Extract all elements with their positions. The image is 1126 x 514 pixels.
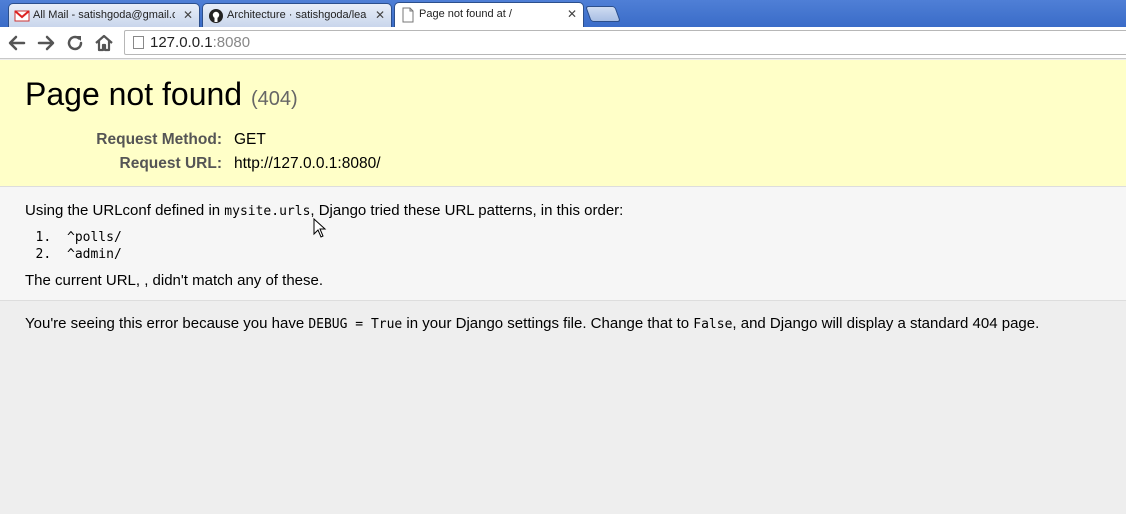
page-content: Page not found (404) Request Method: GET…	[0, 60, 1126, 514]
tab-gmail[interactable]: All Mail - satishgoda@gmail.c ✕	[8, 3, 200, 27]
request-method-value: GET	[234, 131, 266, 148]
page-icon	[133, 36, 144, 49]
request-meta-table: Request Method: GET Request URL: http://…	[25, 131, 1101, 179]
tab-strip: All Mail - satishgoda@gmail.c ✕ Architec…	[0, 0, 1126, 27]
page-title: Page not found (404)	[25, 74, 1101, 119]
forward-arrow-icon[interactable]	[35, 32, 57, 54]
address-url: 127.0.0.1:8080	[150, 34, 250, 51]
github-icon	[209, 9, 223, 23]
url-pattern: ^admin/	[59, 246, 1101, 263]
current-url-message: The current URL, , didn't match any of t…	[25, 272, 324, 289]
request-method-label: Request Method:	[96, 131, 222, 148]
urlconf-intro: Using the URLconf defined in mysite.urls…	[25, 201, 1101, 221]
error-summary: Page not found (404) Request Method: GET…	[0, 60, 1126, 187]
intro-text-before: Using the URLconf defined in	[25, 202, 225, 219]
intro-text-after: , Django tried these URL patterns, in th…	[310, 202, 624, 219]
close-icon[interactable]: ✕	[183, 4, 193, 26]
home-icon[interactable]	[93, 32, 115, 54]
request-url-value: http://127.0.0.1:8080/	[234, 155, 381, 172]
request-url-row: Request URL: http://127.0.0.1:8080/	[25, 155, 1101, 179]
tab-github[interactable]: Architecture · satishgoda/lea ✕	[202, 3, 392, 27]
urlconf-info: Using the URLconf defined in mysite.urls…	[0, 187, 1126, 301]
debug-setting: DEBUG = True	[308, 317, 403, 332]
url-pattern: ^polls/	[59, 229, 1101, 246]
url-pattern-list: ^polls/ ^admin/	[59, 229, 1101, 263]
new-tab-button[interactable]	[585, 6, 621, 22]
debug-explanation: You're seeing this error because you hav…	[0, 301, 1126, 346]
reload-icon[interactable]	[64, 32, 86, 54]
explanation-text: You're seeing this error because you hav…	[25, 315, 1101, 332]
gmail-icon	[14, 10, 30, 22]
request-url-label: Request URL:	[119, 155, 222, 172]
address-host: 127.0.0.1	[150, 34, 213, 51]
back-arrow-icon[interactable]	[6, 32, 28, 54]
urlconf-module: mysite.urls	[224, 204, 311, 219]
explanation-after: , and Django will display a standard 404…	[732, 315, 1040, 332]
mouse-cursor-icon	[313, 218, 327, 238]
false-value: False	[693, 317, 733, 332]
error-heading: Page not found	[25, 76, 243, 112]
explanation-before: You're seeing this error because you hav…	[25, 315, 309, 332]
error-code: (404)	[250, 88, 298, 110]
request-method-row: Request Method: GET	[25, 131, 1101, 155]
tab-title: Page not found at /	[419, 8, 512, 20]
explanation-middle: in your Django settings file. Change tha…	[402, 315, 694, 332]
close-icon[interactable]: ✕	[375, 4, 385, 26]
address-port: :8080	[212, 34, 251, 51]
close-icon[interactable]: ✕	[567, 3, 577, 25]
page-icon	[402, 7, 414, 23]
tab-title: Architecture · satishgoda/lea	[227, 9, 367, 21]
address-bar[interactable]: 127.0.0.1:8080	[124, 30, 1126, 55]
tab-title: All Mail - satishgoda@gmail.c	[33, 9, 175, 21]
browser-toolbar: 127.0.0.1:8080	[0, 27, 1126, 59]
tab-page-not-found[interactable]: Page not found at / ✕	[394, 2, 584, 27]
